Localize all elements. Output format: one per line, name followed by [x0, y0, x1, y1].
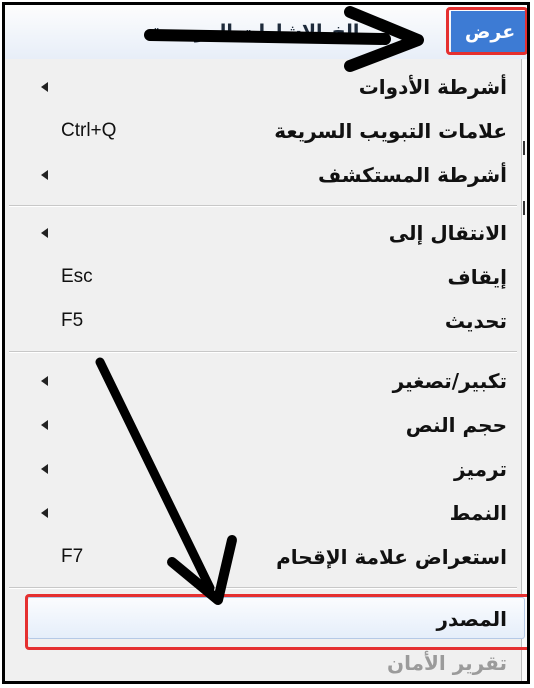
menu-separator	[9, 587, 517, 589]
submenu-arrow-icon	[41, 82, 48, 92]
menu-item-quick-tabs[interactable]: علامات التبويب السريعة Ctrl+Q	[5, 109, 521, 153]
menu-item-label: أشرطة الأدوات	[358, 75, 507, 99]
menu-item-caret-browsing[interactable]: استعراض علامة الإقحام F7	[5, 535, 521, 579]
menu-item-shortcut: F5	[61, 310, 84, 331]
submenu-arrow-icon	[41, 376, 48, 386]
submenu-arrow-icon	[41, 170, 48, 180]
menu-item-label: علامات التبويب السريعة	[274, 119, 507, 143]
menu-item-label: استعراض علامة الإقحام	[276, 545, 507, 569]
menu-item-refresh[interactable]: تحديث F5	[5, 299, 521, 343]
menu-item-label: حجم النص	[405, 413, 507, 437]
submenu-arrow-icon	[41, 228, 48, 238]
app-window: الإشارات المرجعية الخ عرض أشرطة الأدوات …	[2, 2, 530, 684]
view-highlight-outline	[446, 7, 527, 55]
menu-item-label: تكبير/تصغير	[392, 369, 507, 393]
view-menu-dropdown: أشرطة الأدوات علامات التبويب السريعة Ctr…	[5, 59, 525, 681]
menu-item-text-size[interactable]: حجم النص	[5, 403, 521, 447]
menu-separator	[9, 351, 517, 353]
menu-item-label: أشرطة المستكشف	[318, 163, 507, 187]
menu-separator	[9, 205, 517, 207]
menu-history[interactable]: الخ	[332, 17, 359, 47]
page-edge	[521, 59, 527, 681]
menu-item-label: الانتقال إلى	[388, 221, 507, 245]
menu-item-stop[interactable]: إيقاف Esc	[5, 255, 521, 299]
menu-item-label: ترميز	[454, 457, 507, 481]
menu-item-go-to[interactable]: الانتقال إلى	[5, 211, 521, 255]
submenu-arrow-icon	[41, 420, 48, 430]
menu-item-shortcut: F7	[61, 546, 84, 567]
menu-item-explorer-bars[interactable]: أشرطة المستكشف	[5, 153, 521, 197]
submenu-arrow-icon	[41, 464, 48, 474]
menu-item-zoom[interactable]: تكبير/تصغير	[5, 359, 521, 403]
menu-item-label: النمط	[449, 501, 507, 525]
menu-bookmarks[interactable]: الإشارات المرجعية	[151, 17, 323, 47]
menu-bar: الإشارات المرجعية الخ عرض	[5, 5, 527, 60]
menu-item-style[interactable]: النمط	[5, 491, 521, 535]
menu-item-shortcut: Esc	[61, 266, 93, 287]
menu-item-toolbars[interactable]: أشرطة الأدوات	[5, 65, 521, 109]
menu-item-shortcut: Ctrl+Q	[61, 120, 117, 141]
menu-item-label: تحديث	[444, 309, 507, 333]
menu-item-label: إيقاف	[447, 265, 507, 289]
source-highlight-outline	[25, 594, 527, 650]
submenu-arrow-icon	[41, 508, 48, 518]
menu-item-encoding[interactable]: ترميز	[5, 447, 521, 491]
